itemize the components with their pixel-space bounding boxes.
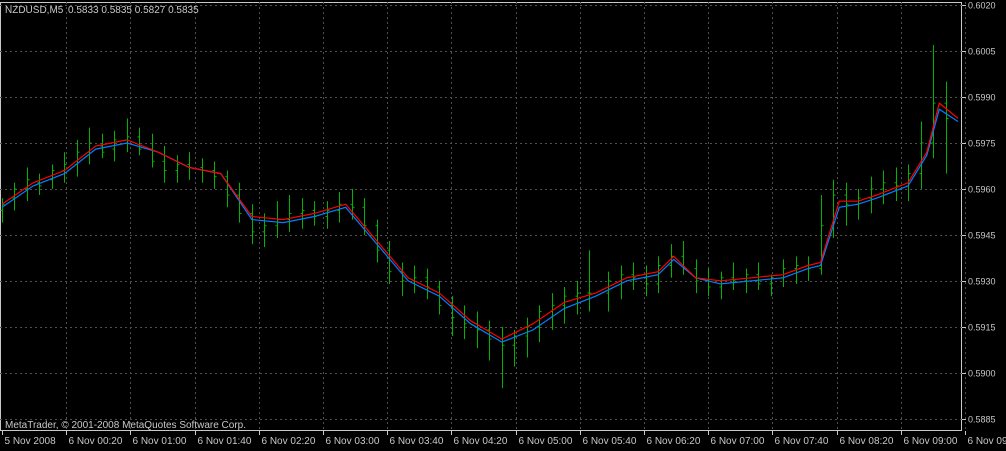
- x-tick-label: 6 Nov 01:00: [133, 436, 187, 447]
- y-tick-label: 0.5945: [968, 231, 996, 241]
- symbol-label: NZDUSD,M5: [5, 5, 64, 16]
- x-tick-label: 6 Nov 07:00: [711, 436, 765, 447]
- x-tick-label: 6 Nov 08:20: [840, 436, 894, 447]
- y-tick-label: 0.5885: [968, 415, 996, 425]
- price-chart[interactable]: 0.6020 0.6005 0.5990 0.5975 0.5960 0.5945 0.59…: [0, 0, 1006, 451]
- y-tick-label: 0.5990: [968, 93, 996, 103]
- x-tick-label: 6 Nov 09:00: [904, 436, 958, 447]
- y-tick-label: 0.5900: [968, 369, 996, 379]
- y-tick-label: 0.5930: [968, 277, 996, 287]
- x-tick-label: 6 Nov 00:20: [69, 436, 123, 447]
- y-tick-label: 0.6005: [968, 47, 996, 57]
- y-tick-label: 0.5975: [968, 139, 996, 149]
- x-tick-label: 5 Nov 2008: [5, 436, 57, 447]
- x-tick-label: 6 Nov 01:40: [198, 436, 252, 447]
- x-tick-label: 6 Nov 03:40: [390, 436, 444, 447]
- ohlc-values: 0.5833 0.5835 0.5827 0.5835: [68, 5, 199, 16]
- x-tick-label: 6 Nov 05:40: [583, 436, 637, 447]
- x-tick-label: 6 Nov 07:40: [775, 436, 829, 447]
- x-tick-label: 6 Nov 05:00: [519, 436, 573, 447]
- y-tick-label: 0.5960: [968, 185, 996, 195]
- copyright-text: MetaTrader, © 2001-2008 MetaQuotes Softw…: [5, 420, 246, 431]
- x-tick-label: 6 Nov 09:40: [968, 436, 1006, 447]
- x-tick-label: 6 Nov 02:20: [262, 436, 316, 447]
- x-tick-label: 6 Nov 04:20: [454, 436, 508, 447]
- x-tick-label: 6 Nov 06:20: [647, 436, 701, 447]
- y-tick-label: 0.5915: [968, 323, 996, 333]
- x-tick-label: 6 Nov 03:00: [326, 436, 380, 447]
- y-tick-label: 0.6020: [968, 1, 996, 11]
